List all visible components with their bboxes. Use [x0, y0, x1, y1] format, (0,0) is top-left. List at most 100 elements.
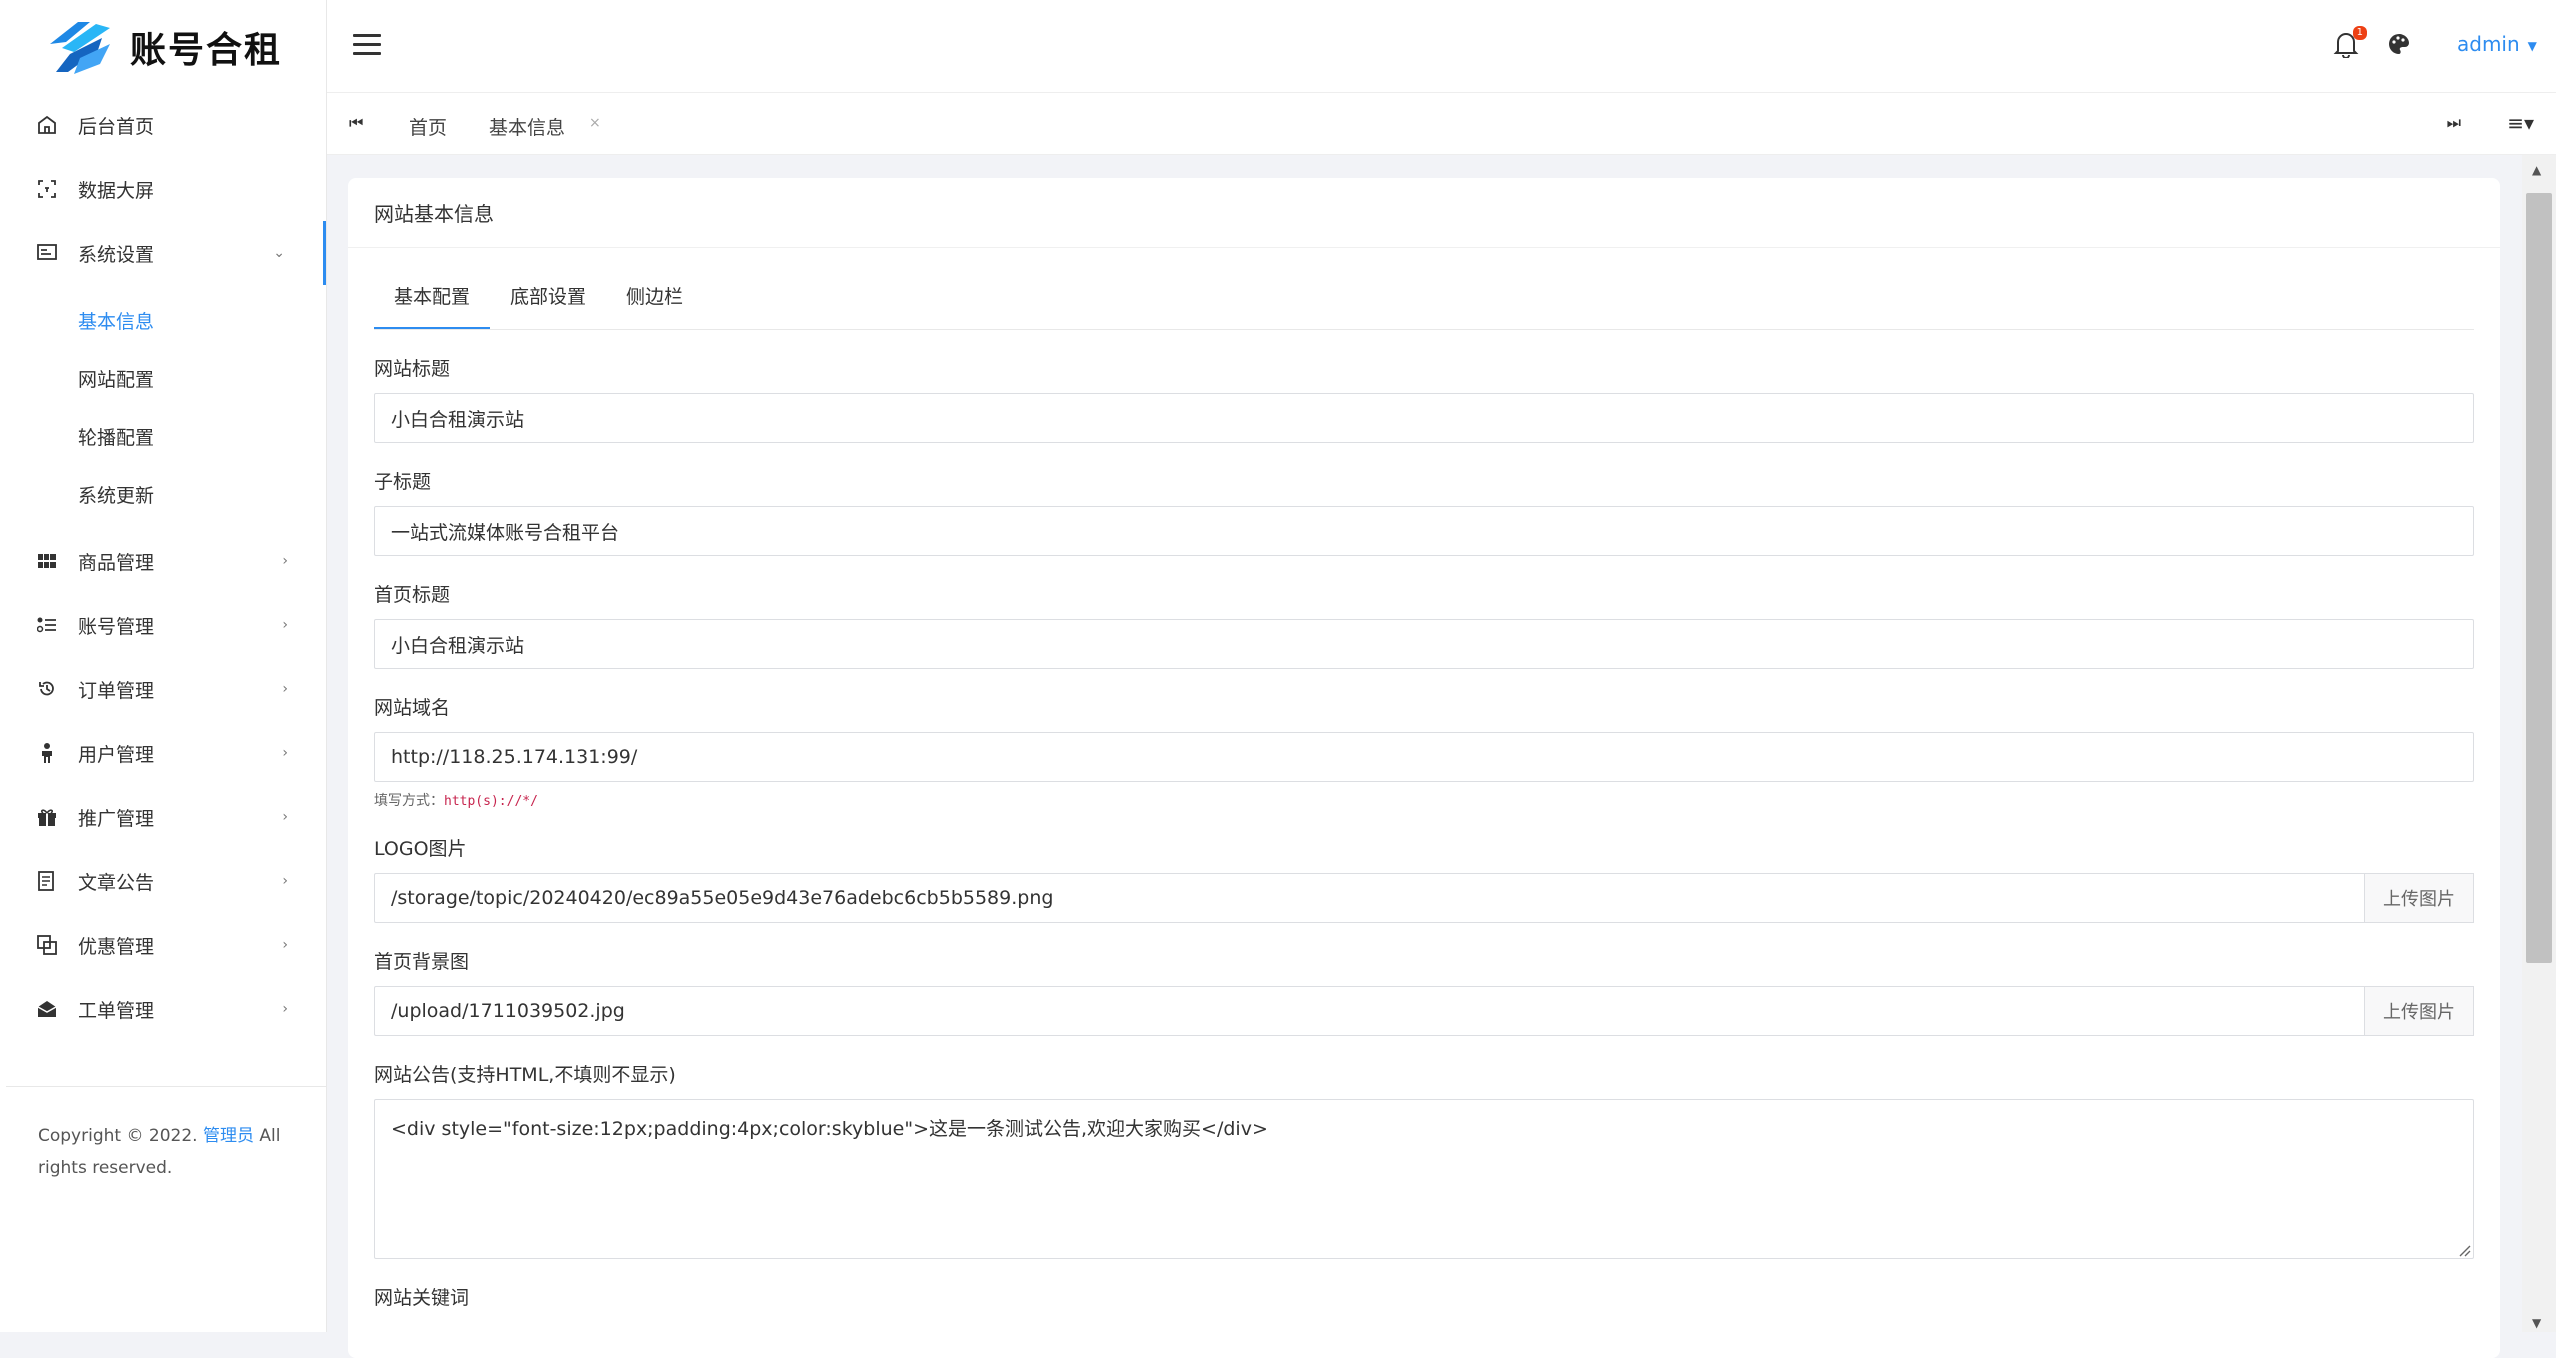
copy-icon	[36, 934, 58, 956]
sidebar-divider	[6, 1086, 326, 1087]
home-icon	[36, 114, 58, 136]
notification-bell-icon[interactable]: 1	[2333, 26, 2367, 60]
sidebar-item-label: 订单管理	[78, 679, 155, 702]
form-tabs: 基本配置 底部设置 侧边栏	[374, 270, 2474, 330]
resize-grip-icon[interactable]	[2455, 1240, 2471, 1257]
keywords-label: 网站关键词	[374, 1287, 470, 1309]
tabs-menu-icon[interactable]: ≡▾	[2507, 111, 2534, 135]
mail-icon	[36, 998, 58, 1020]
list-icon	[36, 614, 58, 636]
sidebar: 账号合租 后台首页 数据大屏 系统设置 ⌄ 基本信息 网站配置 轮播配置 系统更…	[0, 0, 327, 1332]
sidebar-item-tickets[interactable]: 工单管理 ›	[0, 977, 326, 1041]
chevron-right-icon: ›	[282, 681, 288, 697]
theme-palette-icon[interactable]	[2387, 32, 2413, 58]
chevron-right-icon: ›	[282, 873, 288, 889]
menu-toggle-icon[interactable]	[353, 34, 381, 58]
sidebar-item-system-settings[interactable]: 系统设置 ⌄	[0, 221, 326, 285]
home-title-input[interactable]: 小白合租演示站	[374, 619, 2474, 669]
sidebar-item-users[interactable]: 用户管理 ›	[0, 721, 326, 785]
background-upload-button[interactable]: 上传图片	[2364, 986, 2474, 1036]
submenu-item-carousel-config[interactable]: 轮播配置	[0, 407, 326, 465]
page-tabs-bar: ⏮ 首页 基本信息 × ⏭ ≡▾	[327, 93, 2556, 155]
notice-textarea[interactable]: <div style="font-size:12px;padding:4px;c…	[374, 1099, 2474, 1259]
basic-info-card: 网站基本信息 基本配置 底部设置 侧边栏 网站标题 小白合租演示站 子标题 一站…	[348, 178, 2500, 1358]
sidebar-item-orders[interactable]: 订单管理 ›	[0, 657, 326, 721]
logo-upload-button[interactable]: 上传图片	[2364, 873, 2474, 923]
notification-badge: 1	[2352, 26, 2367, 40]
domain-help-text: 填写方式：	[374, 793, 444, 809]
user-icon	[36, 742, 58, 764]
gift-icon	[36, 806, 58, 828]
sidebar-item-label: 后台首页	[78, 115, 155, 138]
tab-basic-info[interactable]: 基本信息	[489, 113, 565, 140]
chevron-right-icon: ›	[282, 617, 288, 633]
sidebar-item-label: 文章公告	[78, 871, 155, 894]
tabs-scroll-left-icon[interactable]: ⏮	[349, 113, 363, 133]
user-name: admin	[2457, 32, 2520, 56]
fullscreen-icon	[36, 178, 58, 200]
brand-title: 账号合租	[130, 28, 283, 71]
sidebar-item-home[interactable]: 后台首页	[0, 93, 326, 157]
settings-icon	[36, 242, 58, 264]
submenu-item-basic-info[interactable]: 基本信息	[0, 291, 326, 349]
scroll-down-icon[interactable]: ▼	[2532, 1316, 2541, 1330]
tab-close-icon[interactable]: ×	[589, 115, 601, 131]
domain-input[interactable]: http://118.25.174.131:99/	[374, 732, 2474, 782]
grid-icon	[36, 550, 58, 572]
caret-down-icon: ▼	[2527, 38, 2537, 53]
chevron-right-icon: ›	[282, 809, 288, 825]
tab-basic-config[interactable]: 基本配置	[374, 270, 491, 329]
sidebar-item-articles[interactable]: 文章公告 ›	[0, 849, 326, 913]
sidebar-item-label: 账号管理	[78, 615, 155, 638]
subtitle-label: 子标题	[374, 471, 432, 493]
submenu-item-system-update[interactable]: 系统更新	[0, 465, 326, 523]
vertical-scrollbar[interactable]: ▲ ▼	[2522, 155, 2556, 1332]
chevron-right-icon: ›	[282, 937, 288, 953]
home-title-label: 首页标题	[374, 584, 451, 606]
article-icon	[36, 870, 58, 892]
sidebar-item-accounts[interactable]: 账号管理 ›	[0, 593, 326, 657]
sidebar-item-coupons[interactable]: 优惠管理 ›	[0, 913, 326, 977]
logo-icon	[40, 18, 120, 76]
submenu-system-settings: 基本信息 网站配置 轮播配置 系统更新	[0, 285, 326, 529]
chevron-right-icon: ›	[282, 1001, 288, 1017]
sidebar-item-data-screen[interactable]: 数据大屏	[0, 157, 326, 221]
scrollbar-thumb[interactable]	[2526, 193, 2552, 963]
scroll-up-icon[interactable]: ▲	[2532, 163, 2541, 177]
site-title-input[interactable]: 小白合租演示站	[374, 393, 2474, 443]
user-dropdown[interactable]: admin ▼	[2457, 32, 2537, 56]
tab-footer-settings[interactable]: 底部设置	[490, 270, 606, 329]
settings-form: 基本配置 底部设置 侧边栏 网站标题 小白合租演示站 子标题 一站式流媒体账号合…	[374, 270, 2474, 1322]
card-title: 网站基本信息	[348, 178, 2500, 248]
sidebar-item-label: 推广管理	[78, 807, 155, 830]
domain-help: 填写方式：http(s)://*/	[374, 790, 2474, 810]
logo-input-group: /storage/topic/20240420/ec89a55e05e9d43e…	[374, 873, 2474, 923]
background-label: 首页背景图	[374, 951, 470, 973]
sidebar-item-label: 优惠管理	[78, 935, 155, 958]
sidebar-item-label: 工单管理	[78, 999, 155, 1022]
tab-home[interactable]: 首页	[409, 113, 447, 140]
sidebar-item-products[interactable]: 商品管理 ›	[0, 529, 326, 593]
background-input-group: /upload/1711039502.jpg 上传图片	[374, 986, 2474, 1036]
domain-label: 网站域名	[374, 697, 451, 719]
copyright-prefix: Copyright © 2022.	[38, 1126, 198, 1146]
site-title-label: 网站标题	[374, 358, 451, 380]
tabs-scroll-right-icon[interactable]: ⏭	[2447, 113, 2461, 133]
logo-input[interactable]: /storage/topic/20240420/ec89a55e05e9d43e…	[374, 873, 2364, 923]
tab-sidebar[interactable]: 侧边栏	[606, 270, 703, 329]
sidebar-item-label: 数据大屏	[78, 179, 155, 202]
brand[interactable]: 账号合租	[0, 0, 326, 93]
sidebar-item-promotion[interactable]: 推广管理 ›	[0, 785, 326, 849]
sidebar-item-label: 用户管理	[78, 743, 155, 766]
sidebar-item-label: 商品管理	[78, 551, 155, 574]
background-input[interactable]: /upload/1711039502.jpg	[374, 986, 2364, 1036]
copyright-link[interactable]: 管理员	[203, 1126, 254, 1146]
chevron-right-icon: ›	[282, 745, 288, 761]
notice-label: 网站公告(支持HTML,不填则不显示)	[374, 1064, 676, 1086]
copyright: Copyright © 2022. 管理员 All rights reserve…	[38, 1120, 298, 1184]
top-header: 1 admin ▼	[327, 0, 2556, 93]
submenu-item-site-config[interactable]: 网站配置	[0, 349, 326, 407]
sidebar-item-label: 系统设置	[78, 243, 155, 266]
subtitle-input[interactable]: 一站式流媒体账号合租平台	[374, 506, 2474, 556]
chevron-right-icon: ›	[282, 553, 288, 569]
